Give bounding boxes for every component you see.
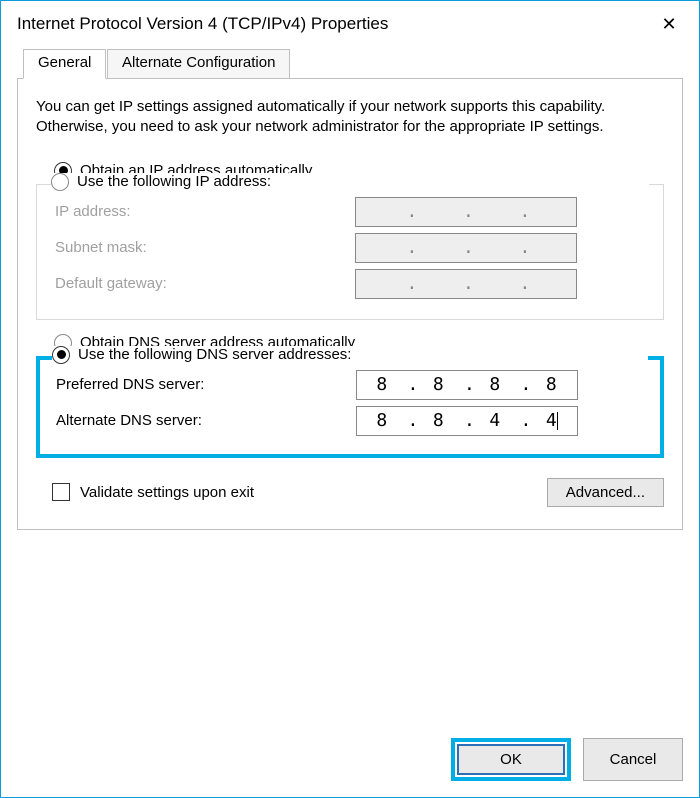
bottom-row: Validate settings upon exit Advanced...	[36, 478, 664, 507]
validate-label: Validate settings upon exit	[80, 484, 547, 501]
preferred-dns-input[interactable]: 8. 8. 8. 8	[356, 370, 578, 400]
radio-dns-manual-label: Use the following DNS server addresses:	[78, 346, 351, 363]
cancel-button[interactable]: Cancel	[583, 738, 683, 781]
validate-checkbox[interactable]	[52, 483, 70, 501]
tabs: General Alternate Configuration	[17, 49, 683, 79]
preferred-dns-label: Preferred DNS server:	[56, 376, 356, 393]
tab-general[interactable]: General	[23, 49, 106, 79]
radio-ip-manual-label: Use the following IP address:	[77, 173, 271, 190]
description-text: You can get IP settings assigned automat…	[36, 97, 664, 138]
radio-dns-manual[interactable]: Use the following DNS server addresses:	[52, 346, 648, 364]
subnet-mask-input: ...	[355, 233, 577, 263]
ok-highlight: OK	[451, 738, 571, 781]
titlebar: Internet Protocol Version 4 (TCP/IPv4) P…	[1, 1, 699, 43]
close-icon[interactable]: ✕	[649, 9, 689, 39]
subnet-mask-label: Subnet mask:	[55, 239, 355, 256]
tab-body-general: You can get IP settings assigned automat…	[17, 78, 683, 530]
ok-button[interactable]: OK	[457, 744, 565, 775]
group-dns-manual: Use the following DNS server addresses: …	[36, 356, 664, 458]
alternate-dns-input[interactable]: 8. 8. 4. 4	[356, 406, 578, 436]
content-area: General Alternate Configuration You can …	[1, 43, 699, 724]
group-ip-manual: Use the following IP address: IP address…	[36, 184, 664, 320]
alternate-dns-label: Alternate DNS server:	[56, 412, 356, 429]
dialog-footer: OK Cancel	[1, 724, 699, 797]
advanced-button[interactable]: Advanced...	[547, 478, 664, 507]
window-title: Internet Protocol Version 4 (TCP/IPv4) P…	[17, 14, 649, 34]
radio-ip-manual[interactable]: Use the following IP address:	[51, 173, 649, 191]
ip-address-input: ...	[355, 197, 577, 227]
tab-alternate[interactable]: Alternate Configuration	[107, 49, 290, 79]
ip-address-label: IP address:	[55, 203, 355, 220]
default-gateway-input: ...	[355, 269, 577, 299]
dialog-window: Internet Protocol Version 4 (TCP/IPv4) P…	[0, 0, 700, 798]
default-gateway-label: Default gateway:	[55, 275, 355, 292]
